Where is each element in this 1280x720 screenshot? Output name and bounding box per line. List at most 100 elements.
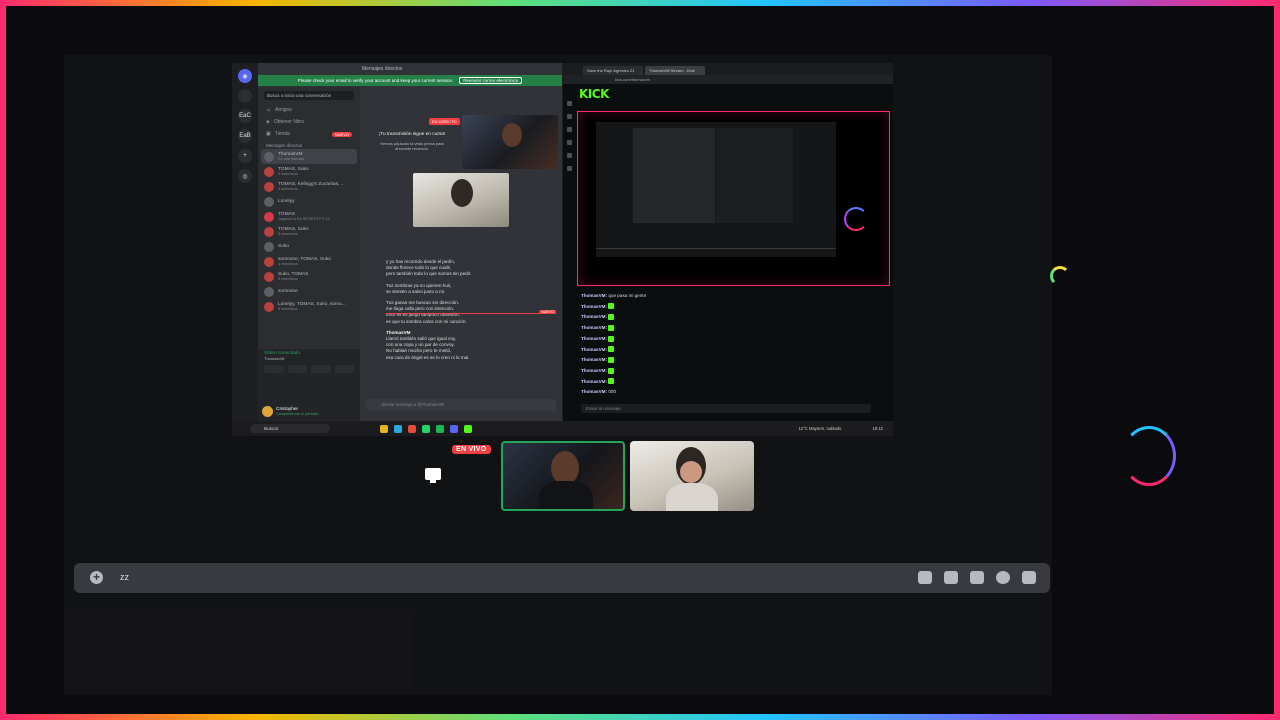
- avatar: [264, 181, 274, 192]
- player-controls[interactable]: [596, 248, 836, 254]
- dm-status: 3 miembros: [278, 171, 298, 176]
- add-attachment-button[interactable]: +: [90, 571, 103, 584]
- voice-panel: Vídeo conectado ThomasVM: [258, 349, 360, 401]
- emote-icon: [608, 367, 615, 374]
- sticker-icon[interactable]: [970, 571, 984, 584]
- dm-name: ThomasVM En una llamada: [278, 151, 305, 161]
- dm-status: 3 miembros: [278, 231, 298, 236]
- dm-status: En una llamada: [278, 156, 305, 161]
- webcam-preview[interactable]: [413, 173, 509, 227]
- camera-button[interactable]: [264, 365, 284, 373]
- server-icon[interactable]: EaB: [238, 129, 252, 143]
- spotify-icon[interactable]: [436, 424, 444, 433]
- dm-item[interactable]: ThomasVM En una llamada: [261, 149, 357, 164]
- discord-home-icon[interactable]: ◉: [238, 69, 252, 83]
- participant-tile[interactable]: [501, 441, 625, 511]
- sidebar-icon[interactable]: [566, 127, 572, 132]
- dm-name: TOMAS, Suko 3 miembros: [278, 166, 309, 176]
- nav-shop[interactable]: ▣ Tienda NUEVO: [258, 128, 360, 140]
- weather[interactable]: 12°C Mayorm. nublado: [798, 426, 841, 431]
- dm-item[interactable]: somoone, TOMAS, Suko 4 miembros: [258, 254, 360, 269]
- chat-line: ThomasVM:: [581, 302, 881, 313]
- apps-icon[interactable]: [1022, 571, 1036, 584]
- dm-item[interactable]: TOMAS, Kellogg's Zucaritas, ... 4 miembro…: [258, 179, 360, 194]
- chat-line: ThomasVM:: [581, 366, 881, 377]
- add-server-icon[interactable]: +: [238, 149, 252, 163]
- person-head: [502, 123, 522, 147]
- kick-chat-input[interactable]: Enviar un mensaje: [581, 404, 871, 413]
- avatar: [264, 196, 274, 207]
- avatar[interactable]: [262, 405, 273, 417]
- system-tray: 12°C Mayorm. nublado 19:12: [798, 426, 883, 431]
- clock[interactable]: 19:12: [873, 426, 883, 431]
- nav-label: Obtener Nitro: [273, 119, 304, 125]
- kick-header: KICK: [563, 84, 893, 104]
- dm-name: Suko: [278, 244, 289, 249]
- sidebar-icon[interactable]: [566, 153, 572, 158]
- activity-button[interactable]: [311, 365, 331, 373]
- address-bar[interactable]: kick.com/thomasvm: [563, 75, 893, 84]
- dm-item[interactable]: Lonelyy: [258, 194, 360, 209]
- server-icon[interactable]: EaC: [238, 109, 252, 123]
- neon-ring-icon: [1122, 426, 1176, 486]
- dm-item[interactable]: Suko, TOMAS 3 miembros: [258, 269, 360, 284]
- message-input[interactable]: zz: [120, 572, 129, 582]
- sidebar-icon[interactable]: [566, 166, 572, 171]
- server-rail: ◉ EaC EaB + ◎: [232, 63, 258, 421]
- dm-status: 3 miembros: [278, 276, 298, 281]
- avatar: [264, 151, 274, 162]
- gif-icon[interactable]: [944, 571, 958, 584]
- live-title: ¡Tu transmisión sigue en curso!: [378, 132, 446, 137]
- discord-icon[interactable]: [450, 424, 458, 433]
- dm-name: Suko, TOMAS 3 miembros: [278, 271, 309, 281]
- stream-preview[interactable]: [462, 115, 558, 169]
- gift-icon[interactable]: [918, 571, 932, 584]
- screen-share-button[interactable]: [287, 365, 307, 373]
- nested-kick: [716, 128, 793, 223]
- dm-status: 4 miembros: [278, 261, 298, 266]
- browser-tab[interactable]: ThomasVM Stream - Kick: [645, 66, 705, 75]
- chat-line: ThomasVM:: [581, 323, 881, 334]
- soundboard-button[interactable]: [334, 365, 354, 373]
- chat-line: ThomasVM:: [581, 377, 881, 388]
- screen-share-icon[interactable]: [425, 468, 441, 483]
- taskbar-search[interactable]: Buscar: [250, 424, 330, 433]
- screen-share-stream[interactable]: ◉ EaC EaB + ◎ Mensajes directos Please c…: [232, 63, 893, 436]
- live-subtitle: Hemos pausado la vista previa para ahorr…: [380, 141, 444, 151]
- dm-search-input[interactable]: Busca o inicia una conversación: [264, 91, 354, 100]
- avatar: [264, 241, 274, 252]
- message-input[interactable]: Enviar mensaje a @ThomasVM: [366, 399, 556, 411]
- nav-nitro[interactable]: ◈ Obtener Nitro: [258, 116, 360, 128]
- chat-line: ThomasVM:: [581, 334, 881, 345]
- video-player[interactable]: [577, 111, 890, 286]
- sidebar-icon[interactable]: [566, 140, 572, 145]
- nav-friends[interactable]: ☺ Amigos: [258, 104, 360, 116]
- participant-tile[interactable]: [630, 441, 754, 511]
- edge-icon[interactable]: [394, 424, 402, 433]
- live-badge: EN VIVO: [452, 445, 491, 454]
- chat-line: ThomasVM:: [581, 355, 881, 366]
- server-icon[interactable]: [238, 89, 252, 103]
- sidebar-icon[interactable]: [566, 101, 572, 106]
- browser-tab[interactable]: Save the Rap! Agresivo 21: [583, 66, 643, 75]
- dm-item[interactable]: TOMAS, Suko 3 miembros: [258, 164, 360, 179]
- kick-logo[interactable]: KICK: [579, 87, 609, 101]
- emoji-icon[interactable]: [996, 571, 1010, 584]
- whatsapp-icon[interactable]: [422, 424, 430, 433]
- dm-item[interactable]: TOMAS Jugando a EA SPORTS FC 24: [258, 209, 360, 224]
- resend-email-button[interactable]: Reenviar correo electrónico: [459, 77, 523, 84]
- dm-item[interactable]: TOMAS, Suko 3 miembros: [258, 224, 360, 239]
- avatar: [264, 301, 274, 312]
- explorer-icon[interactable]: [380, 424, 388, 433]
- chrome-icon[interactable]: [408, 424, 416, 433]
- sidebar-icon[interactable]: [566, 114, 572, 119]
- windows-taskbar: Buscar 12°C Mayorm. nublado 19:12: [232, 421, 893, 436]
- dm-item[interactable]: Lonelyy, TOMAS, Suko, somo... 5 miembros: [258, 299, 360, 314]
- dm-name: somoone, TOMAS, Suko 4 miembros: [278, 256, 331, 266]
- dm-item[interactable]: somoone: [258, 284, 360, 299]
- verify-banner: Please check your email to verify your a…: [258, 75, 562, 86]
- explore-icon[interactable]: ◎: [238, 169, 252, 183]
- dm-status: 4 miembros: [278, 186, 298, 191]
- kick-icon[interactable]: [464, 424, 472, 433]
- dm-item[interactable]: Suko: [258, 239, 360, 254]
